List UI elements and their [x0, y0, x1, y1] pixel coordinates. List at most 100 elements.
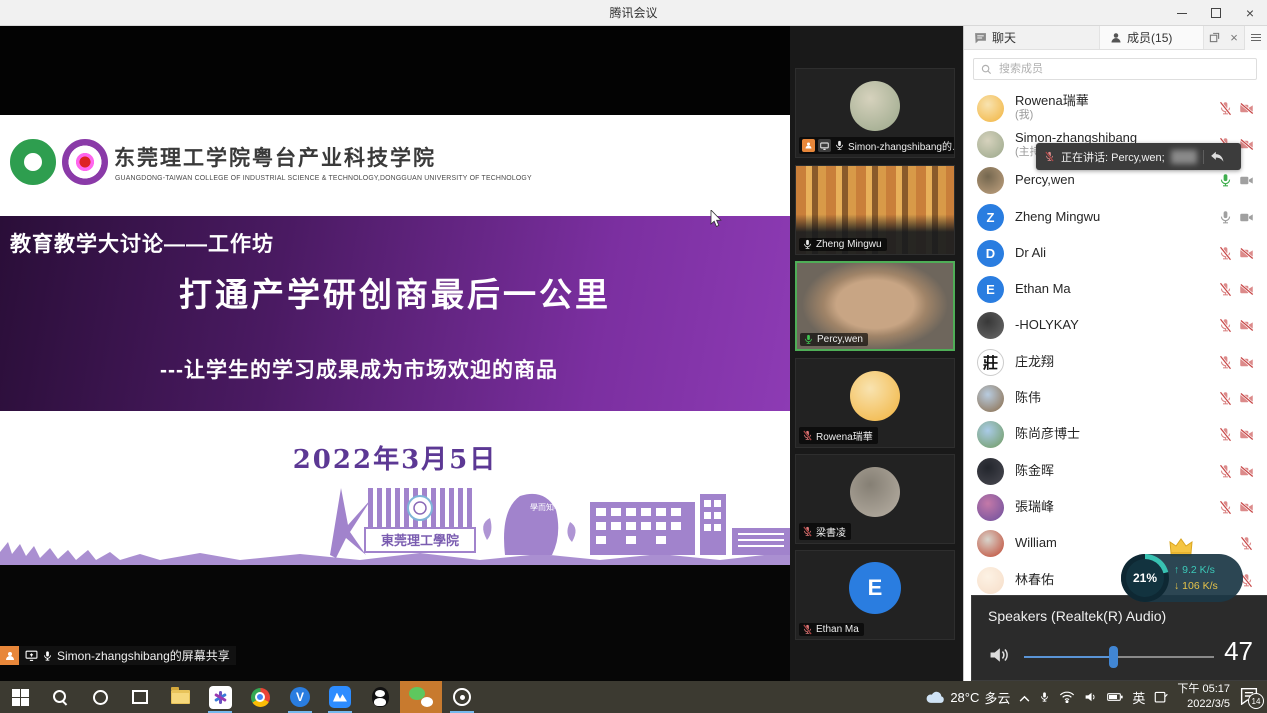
mic-muted-icon[interactable] [1218, 427, 1233, 442]
camera-off-icon[interactable] [1239, 355, 1254, 370]
member-row[interactable]: EEthan Ma [964, 271, 1267, 307]
mic-muted-icon[interactable] [1218, 500, 1233, 515]
camera-on-icon[interactable] [1239, 173, 1254, 188]
mic-muted-icon[interactable] [1218, 464, 1233, 479]
tray-language-indicator[interactable]: 英 [1132, 688, 1145, 707]
weather-temp: 28°C [950, 690, 979, 705]
close-panel-button[interactable]: × [1224, 26, 1244, 50]
tencent-meeting-white-icon [209, 686, 232, 709]
task-view-button[interactable] [120, 681, 160, 713]
camera-off-icon[interactable] [1239, 391, 1254, 406]
member-row[interactable]: Rowena瑞華(我) [964, 90, 1267, 126]
mic-muted-icon[interactable] [1218, 355, 1233, 370]
college-name-en: GUANGDONG-TAIWAN COLLEGE OF INDUSTRIAL S… [115, 175, 532, 182]
mic-muted-icon[interactable] [1218, 391, 1233, 406]
restore-icon [1211, 8, 1221, 18]
touch-keyboard-icon[interactable] [1154, 691, 1168, 704]
video-tile-label: Rowena瑞華 [799, 427, 878, 444]
tab-chat[interactable]: 聊天 [964, 26, 1099, 49]
member-row[interactable]: DDr Ali [964, 235, 1267, 271]
mic-muted-icon[interactable] [1218, 101, 1233, 116]
tray-battery-icon[interactable] [1107, 692, 1123, 702]
popout-panel-button[interactable] [1204, 26, 1224, 50]
qq-button[interactable] [360, 681, 400, 713]
start-button[interactable] [0, 681, 40, 713]
camera-off-icon[interactable] [1239, 246, 1254, 261]
camera-off-icon[interactable] [1239, 318, 1254, 333]
tray-wifi-icon[interactable] [1059, 691, 1075, 703]
tray-clock[interactable]: 下午 05:17 2022/3/5 [1177, 682, 1230, 712]
member-row[interactable]: 張瑞峰 [964, 489, 1267, 525]
mic-muted-icon[interactable] [1218, 246, 1233, 261]
action-center-button[interactable]: 14 [1239, 687, 1261, 707]
video-tile[interactable]: Percy,wen [795, 261, 955, 351]
camera-off-icon[interactable] [1239, 137, 1254, 152]
camera-on-icon[interactable] [1239, 210, 1254, 225]
college-name-cn: 东莞理工学院粤台产业科技学院 [114, 142, 436, 172]
member-search-input[interactable] [997, 62, 1249, 76]
chrome-button[interactable] [240, 681, 280, 713]
mic-muted-icon[interactable] [1218, 282, 1233, 297]
camera-off-icon[interactable] [1239, 464, 1254, 479]
participant-avatar [850, 371, 900, 421]
v-app-button[interactable] [280, 681, 320, 713]
volume-slider-handle[interactable] [1109, 646, 1118, 668]
video-tile[interactable]: 梁書凌 [795, 454, 955, 544]
member-row[interactable]: 陈伟 [964, 380, 1267, 416]
reply-arrow-icon[interactable] [1210, 151, 1224, 163]
video-tile-name: Percy,wen [817, 334, 863, 345]
tray-mic-icon[interactable] [1039, 690, 1050, 704]
video-tile-name: 梁書凌 [816, 524, 846, 539]
close-button[interactable]: × [1233, 0, 1267, 26]
mic-muted-icon[interactable] [1218, 318, 1233, 333]
restore-button[interactable] [1199, 0, 1233, 26]
upload-rate: ↑ 9.2 K/s [1174, 562, 1218, 578]
member-row[interactable]: 陈尚彦博士 [964, 417, 1267, 453]
member-name: 張瑞峰 [1015, 500, 1207, 515]
member-row[interactable]: 陈金晖 [964, 453, 1267, 489]
camera-off-icon[interactable] [1239, 427, 1254, 442]
volume-slider[interactable] [1024, 656, 1214, 658]
tray-expand-chevron[interactable] [1019, 695, 1030, 702]
member-row[interactable]: 莊庄龙翔 [964, 344, 1267, 380]
panel-menu-button[interactable] [1244, 26, 1267, 50]
member-name: Ethan Ma [1015, 282, 1207, 297]
wechat-button[interactable] [400, 681, 442, 713]
participant-avatar [850, 81, 900, 131]
mic-muted-icon[interactable] [1239, 536, 1254, 551]
taskbar-search-button[interactable] [40, 681, 80, 713]
member-row[interactable]: -HOLYKAY [964, 308, 1267, 344]
tray-volume-icon[interactable] [1084, 691, 1098, 703]
member-avatar: Z [977, 204, 1004, 231]
member-avatar [977, 95, 1004, 122]
weather-widget[interactable]: 28°C 多云 [925, 688, 1010, 707]
taskbar: 28°C 多云 英 下午 05:17 [0, 681, 1267, 713]
mic-on-icon[interactable] [1218, 210, 1233, 225]
file-explorer-button[interactable] [160, 681, 200, 713]
video-tile[interactable]: Rowena瑞華 [795, 358, 955, 448]
minimize-button[interactable] [1165, 0, 1199, 26]
camera-off-icon[interactable] [1239, 101, 1254, 116]
tab-members[interactable]: 成员(15) [1099, 26, 1204, 49]
member-avatar [977, 167, 1004, 194]
camera-off-icon[interactable] [1239, 282, 1254, 297]
member-avatar: D [977, 240, 1004, 267]
tencent-meeting-app-button[interactable] [200, 681, 240, 713]
recorder-app-button[interactable] [442, 681, 482, 713]
video-tile[interactable]: Simon-zhangshibang的… [795, 68, 955, 158]
video-tile[interactable]: Zheng Mingwu [795, 165, 955, 255]
meeting-blue-app-button[interactable] [320, 681, 360, 713]
member-avatar [977, 458, 1004, 485]
member-search[interactable] [973, 58, 1257, 80]
participant-avatar [850, 467, 900, 517]
video-tile[interactable]: EEthan Ma [795, 550, 955, 640]
cortana-button[interactable] [80, 681, 120, 713]
member-row[interactable]: ZZheng Mingwu [964, 199, 1267, 235]
speaker-icon[interactable] [988, 645, 1010, 670]
stone-text-1: 學而知不足 [530, 502, 570, 512]
camera-off-icon[interactable] [1239, 500, 1254, 515]
member-avatar: 莊 [977, 349, 1004, 376]
slide-lower: 2022年3月5日 [0, 411, 790, 565]
cpu-percent: 21% [1133, 571, 1157, 585]
mic-speaking-icon[interactable] [1218, 173, 1233, 188]
